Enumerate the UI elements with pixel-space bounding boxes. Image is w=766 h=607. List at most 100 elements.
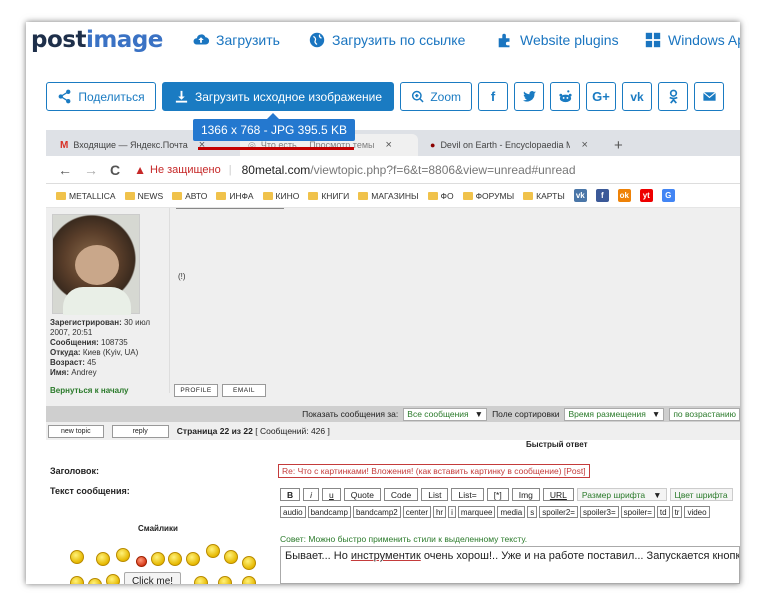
nav-upload-url[interactable]: Загрузить по ссылке: [308, 31, 465, 49]
bbcode-toolbar: audio bandcamp bandcamp2 center hr i mar…: [280, 506, 710, 518]
bookmark-knigi[interactable]: КНИГИ: [308, 191, 349, 201]
smiley-icon[interactable]: [242, 556, 256, 570]
bbcode-tr-button[interactable]: tr: [671, 506, 683, 518]
smiley-icon[interactable]: [70, 550, 84, 564]
show-posts-select[interactable]: Все сообщения ▼: [403, 407, 488, 421]
smiley-icon[interactable]: [206, 544, 220, 558]
bookmark-metallica[interactable]: METALLICA: [56, 191, 116, 201]
font-color-select[interactable]: Цвет шрифта: [669, 488, 733, 501]
bookmark-karty[interactable]: КАРТЫ: [523, 191, 565, 201]
font-size-select[interactable]: Размер шрифта ▼: [576, 488, 667, 501]
nav-website-plugins[interactable]: Website plugins: [496, 31, 619, 49]
bbcode-marquee-button[interactable]: marquee: [457, 506, 496, 518]
email-button[interactable]: EMAIL: [222, 384, 266, 397]
bbcode-td-button[interactable]: td: [656, 506, 670, 518]
sort-field-select[interactable]: Время размещения ▼: [564, 407, 665, 421]
click-me-button[interactable]: Click me!: [124, 572, 181, 584]
bbcode-spoiler-button[interactable]: spoiler=: [620, 506, 655, 518]
bbcode-bandcamp2-button[interactable]: bandcamp2: [352, 506, 401, 518]
bbcode-audio-button[interactable]: audio: [280, 506, 306, 518]
zoom-button[interactable]: Zoom: [400, 82, 472, 111]
smiley-icon[interactable]: [186, 552, 200, 566]
close-tab-icon[interactable]: ×: [581, 139, 587, 151]
reload-icon[interactable]: C: [110, 162, 120, 178]
google-bookmark-icon[interactable]: G: [661, 189, 675, 202]
bbcode-s-button[interactable]: s: [527, 506, 538, 518]
google-plus-button[interactable]: G+: [586, 82, 616, 111]
sort-order-select[interactable]: по возрастанию: [669, 407, 740, 421]
ok-bookmark-icon[interactable]: ok: [617, 189, 631, 202]
tab-metal-archives[interactable]: ● Devil on Earth - Encyclopaedia Metallu…: [422, 134, 600, 156]
reply-button[interactable]: reply: [111, 424, 169, 438]
code-button[interactable]: Code: [383, 488, 419, 501]
italic-button[interactable]: i: [303, 488, 320, 501]
nav-windows-app[interactable]: Windows App: [644, 31, 740, 49]
new-topic-button[interactable]: new topic: [48, 424, 104, 438]
subject-input[interactable]: Re: Что с картинками! Вложения! (как вст…: [278, 464, 590, 478]
quote-button[interactable]: Quote: [343, 488, 381, 501]
smiley-icon[interactable]: [96, 552, 110, 566]
twitter-button[interactable]: [514, 82, 544, 111]
facebook-bookmark-icon[interactable]: f: [595, 189, 609, 202]
vk-bookmark-icon[interactable]: vk: [573, 189, 587, 202]
mail-button[interactable]: [694, 82, 724, 111]
bbcode-center-button[interactable]: center: [402, 506, 431, 518]
smiley-icon[interactable]: [136, 556, 147, 567]
bbcode-bandcamp-button[interactable]: bandcamp: [307, 506, 351, 518]
bookmark-fo[interactable]: ФО: [427, 191, 454, 201]
bookmark-infa[interactable]: ИНФА: [216, 191, 254, 201]
postimage-logo[interactable]: postimage: [31, 27, 163, 53]
smiley-icon[interactable]: [194, 576, 208, 584]
bbcode-hr-button[interactable]: hr: [432, 506, 447, 518]
bbcode-spoiler2-button[interactable]: spoiler2=: [539, 506, 578, 518]
download-original-button[interactable]: Загрузить исходное изображение: [162, 82, 394, 111]
list-item-button[interactable]: [*]: [486, 488, 509, 501]
bbcode-media-button[interactable]: media: [497, 506, 526, 518]
reddit-button[interactable]: [550, 82, 580, 111]
bbcode-i-button[interactable]: i: [448, 506, 456, 518]
img-button[interactable]: Img: [511, 488, 540, 501]
youtube-bookmark-icon[interactable]: yt: [639, 189, 653, 202]
nav-upload[interactable]: Загрузить: [192, 31, 280, 49]
new-tab-button[interactable]: +: [606, 134, 631, 156]
insecure-indicator[interactable]: ▲ Не защищено: [134, 163, 221, 177]
bbcode-spoiler3-button[interactable]: spoiler3=: [579, 506, 619, 518]
forward-icon[interactable]: →: [84, 162, 98, 178]
smiley-icon[interactable]: [151, 552, 165, 566]
bookmark-news[interactable]: NEWS: [124, 191, 163, 201]
smiley-icon[interactable]: [106, 574, 120, 584]
smiley-icon[interactable]: [242, 576, 256, 584]
odnoklassniki-button[interactable]: [658, 82, 688, 111]
share-button[interactable]: Поделиться: [46, 82, 156, 111]
profile-button[interactable]: PROFILE: [174, 384, 218, 397]
bookmark-kino[interactable]: КИНО: [262, 191, 299, 201]
vk-button[interactable]: vk: [622, 82, 652, 111]
ordered-list-button[interactable]: List=: [451, 488, 484, 501]
message-textarea[interactable]: Бывает... Но инструментик очень хорош!..…: [280, 546, 740, 584]
smiley-icon[interactable]: [168, 552, 182, 566]
underline-button[interactable]: u: [322, 488, 341, 501]
metal-archives-icon: ●: [430, 140, 436, 150]
url-button[interactable]: URL: [542, 488, 574, 501]
bbcode-video-button[interactable]: video: [684, 506, 710, 518]
facebook-button[interactable]: f: [478, 82, 508, 111]
topic-actions-bar: new topic reply Страница 22 из 22 [ Сооб…: [46, 422, 740, 440]
quick-reply-form: Быстрый ответ Заголовок: Re: Что с карти…: [46, 440, 740, 584]
smiley-icon[interactable]: [88, 578, 102, 584]
back-icon[interactable]: ←: [58, 162, 72, 178]
bookmark-avto[interactable]: АВТО: [172, 191, 207, 201]
smiley-icon[interactable]: [116, 548, 130, 562]
bookmark-magaziny[interactable]: МАГАЗИНЫ: [358, 191, 419, 201]
smiley-icon[interactable]: [224, 550, 238, 564]
url-input[interactable]: 80metal.com/viewtopic.php?f=6&t=8806&vie…: [242, 163, 576, 177]
dropdown-arrow-icon: ▼: [474, 409, 484, 419]
cloud-upload-icon: [193, 34, 210, 45]
user-avatar[interactable]: [52, 214, 140, 315]
list-button[interactable]: List: [421, 488, 449, 501]
smiley-icon[interactable]: [218, 576, 232, 584]
bold-button[interactable]: B: [280, 488, 301, 501]
close-tab-icon[interactable]: ×: [386, 139, 392, 151]
back-to-top-link[interactable]: Вернуться к началу: [50, 386, 129, 395]
bookmark-forumy[interactable]: ФОРУМЫ: [462, 191, 514, 201]
smiley-icon[interactable]: [70, 576, 84, 584]
